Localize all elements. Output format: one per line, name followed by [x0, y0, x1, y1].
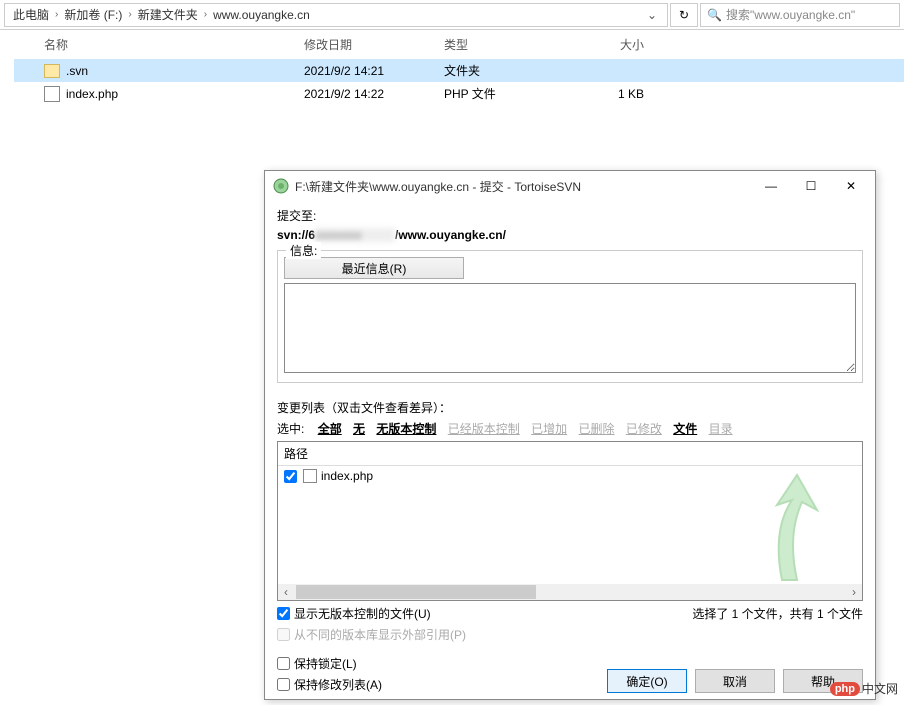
commit-dialog: F:\新建文件夹\www.ouyangke.cn - 提交 - Tortoise…: [264, 170, 876, 700]
file-date: 2021/9/2 14:22: [304, 87, 444, 101]
keep-locks-checkbox[interactable]: [277, 657, 290, 670]
file-list-header: 名称 修改日期 类型 大小: [14, 30, 904, 59]
watermark-badge: php: [830, 682, 860, 696]
refresh-icon: ↻: [679, 8, 689, 22]
maximize-button[interactable]: ☐: [791, 173, 831, 199]
file-icon: [303, 469, 317, 483]
crumb-folder[interactable]: 新建文件夹: [134, 6, 202, 23]
search-placeholder: 搜索"www.ouyangke.cn": [726, 6, 855, 23]
close-icon: ✕: [846, 179, 856, 193]
php-file-icon: [44, 86, 60, 102]
crumb-drive[interactable]: 新加卷 (F:): [60, 6, 126, 23]
filter-row: 选中: 全部 无 无版本控制 已经版本控制 已增加 已删除 已修改 文件 目录: [277, 420, 863, 437]
filter-versioned: 已经版本控制: [448, 422, 520, 436]
breadcrumb[interactable]: 此电脑 › 新加卷 (F:) › 新建文件夹 › www.ouyangke.cn…: [4, 3, 668, 27]
minimize-icon: —: [765, 179, 777, 193]
selection-status: 选择了 1 个文件，共有 1 个文件: [692, 605, 863, 622]
commit-arrow-icon: [742, 470, 842, 590]
changes-label: 变更列表（双击文件查看差异）：: [277, 399, 863, 416]
folder-icon: [44, 64, 60, 78]
chevron-right-icon: ›: [202, 9, 209, 20]
watermark: php 中文网: [830, 680, 898, 697]
watermark-text: 中文网: [862, 680, 898, 697]
file-row[interactable]: index.php 2021/9/2 14:22 PHP 文件 1 KB: [14, 82, 904, 105]
options-row: 显示无版本控制的文件(U) 选择了 1 个文件，共有 1 个文件 从不同的版本库…: [277, 601, 863, 643]
close-button[interactable]: ✕: [831, 173, 871, 199]
chevron-right-icon: ›: [53, 9, 60, 20]
filter-unversioned[interactable]: 无版本控制: [376, 422, 436, 436]
keep-changelist-checkbox[interactable]: [277, 678, 290, 691]
changes-list[interactable]: 路径 index.php ‹ ›: [277, 441, 863, 601]
item-checkbox[interactable]: [284, 470, 297, 483]
show-unversioned-label: 显示无版本控制的文件(U): [294, 605, 431, 622]
filter-deleted: 已删除: [578, 422, 614, 436]
file-name: index.php: [66, 87, 118, 101]
filter-label: 选中:: [277, 422, 304, 436]
commit-url: svn://6xxxxxxx/www.ouyangke.cn/: [277, 228, 863, 242]
show-unversioned-checkbox[interactable]: [277, 607, 290, 620]
scroll-thumb[interactable]: [296, 585, 536, 599]
keep-changelist-label: 保持修改列表(A): [294, 676, 382, 693]
file-name: .svn: [66, 64, 88, 78]
dialog-buttons: 保持锁定(L) 保持修改列表(A) 确定(O) 取消 帮助: [277, 651, 863, 693]
chevron-down-icon[interactable]: ⌄: [641, 8, 663, 22]
commit-message-input[interactable]: [284, 283, 856, 373]
crumb-pc[interactable]: 此电脑: [9, 6, 53, 23]
search-icon: 🔍: [707, 8, 722, 22]
scroll-left-icon[interactable]: ‹: [278, 584, 294, 600]
commit-to-label: 提交至:: [277, 207, 863, 224]
message-group: 信息: 最近信息(R): [277, 250, 863, 383]
tortoisesvn-icon: [273, 178, 289, 194]
filter-all[interactable]: 全部: [318, 422, 342, 436]
col-type[interactable]: 类型: [444, 36, 564, 53]
ok-button[interactable]: 确定(O): [607, 669, 687, 693]
crumb-current[interactable]: www.ouyangke.cn: [209, 8, 314, 22]
file-size: 1 KB: [564, 87, 644, 101]
dialog-title: F:\新建文件夹\www.ouyangke.cn - 提交 - Tortoise…: [295, 178, 751, 195]
show-externals-label: 从不同的版本库显示外部引用(P): [294, 626, 466, 643]
search-input[interactable]: 🔍 搜索"www.ouyangke.cn": [700, 3, 900, 27]
refresh-button[interactable]: ↻: [670, 3, 698, 27]
info-label: 信息:: [286, 242, 321, 259]
recent-messages-button[interactable]: 最近信息(R): [284, 257, 464, 279]
maximize-icon: ☐: [806, 179, 817, 193]
list-header-path[interactable]: 路径: [278, 442, 862, 466]
show-externals-checkbox: [277, 628, 290, 641]
filter-dirs: 目录: [709, 422, 733, 436]
filter-none[interactable]: 无: [353, 422, 365, 436]
col-name[interactable]: 名称: [44, 36, 304, 53]
keep-locks-label: 保持锁定(L): [294, 655, 357, 672]
cancel-button[interactable]: 取消: [695, 669, 775, 693]
scroll-right-icon[interactable]: ›: [846, 584, 862, 600]
filter-modified: 已修改: [626, 422, 662, 436]
horizontal-scrollbar[interactable]: ‹ ›: [278, 584, 862, 600]
filter-files[interactable]: 文件: [673, 422, 697, 436]
file-type: PHP 文件: [444, 85, 564, 102]
col-date[interactable]: 修改日期: [304, 36, 444, 53]
explorer-address-bar: 此电脑 › 新加卷 (F:) › 新建文件夹 › www.ouyangke.cn…: [0, 0, 904, 30]
col-size[interactable]: 大小: [564, 36, 644, 53]
file-list-area: 名称 修改日期 类型 大小 .svn 2021/9/2 14:21 文件夹 in…: [0, 30, 904, 170]
item-name: index.php: [321, 469, 373, 483]
title-bar[interactable]: F:\新建文件夹\www.ouyangke.cn - 提交 - Tortoise…: [265, 171, 875, 201]
file-row[interactable]: .svn 2021/9/2 14:21 文件夹: [14, 59, 904, 82]
file-type: 文件夹: [444, 62, 564, 79]
minimize-button[interactable]: —: [751, 173, 791, 199]
chevron-right-icon: ›: [126, 9, 133, 20]
filter-added: 已增加: [531, 422, 567, 436]
file-date: 2021/9/2 14:21: [304, 64, 444, 78]
